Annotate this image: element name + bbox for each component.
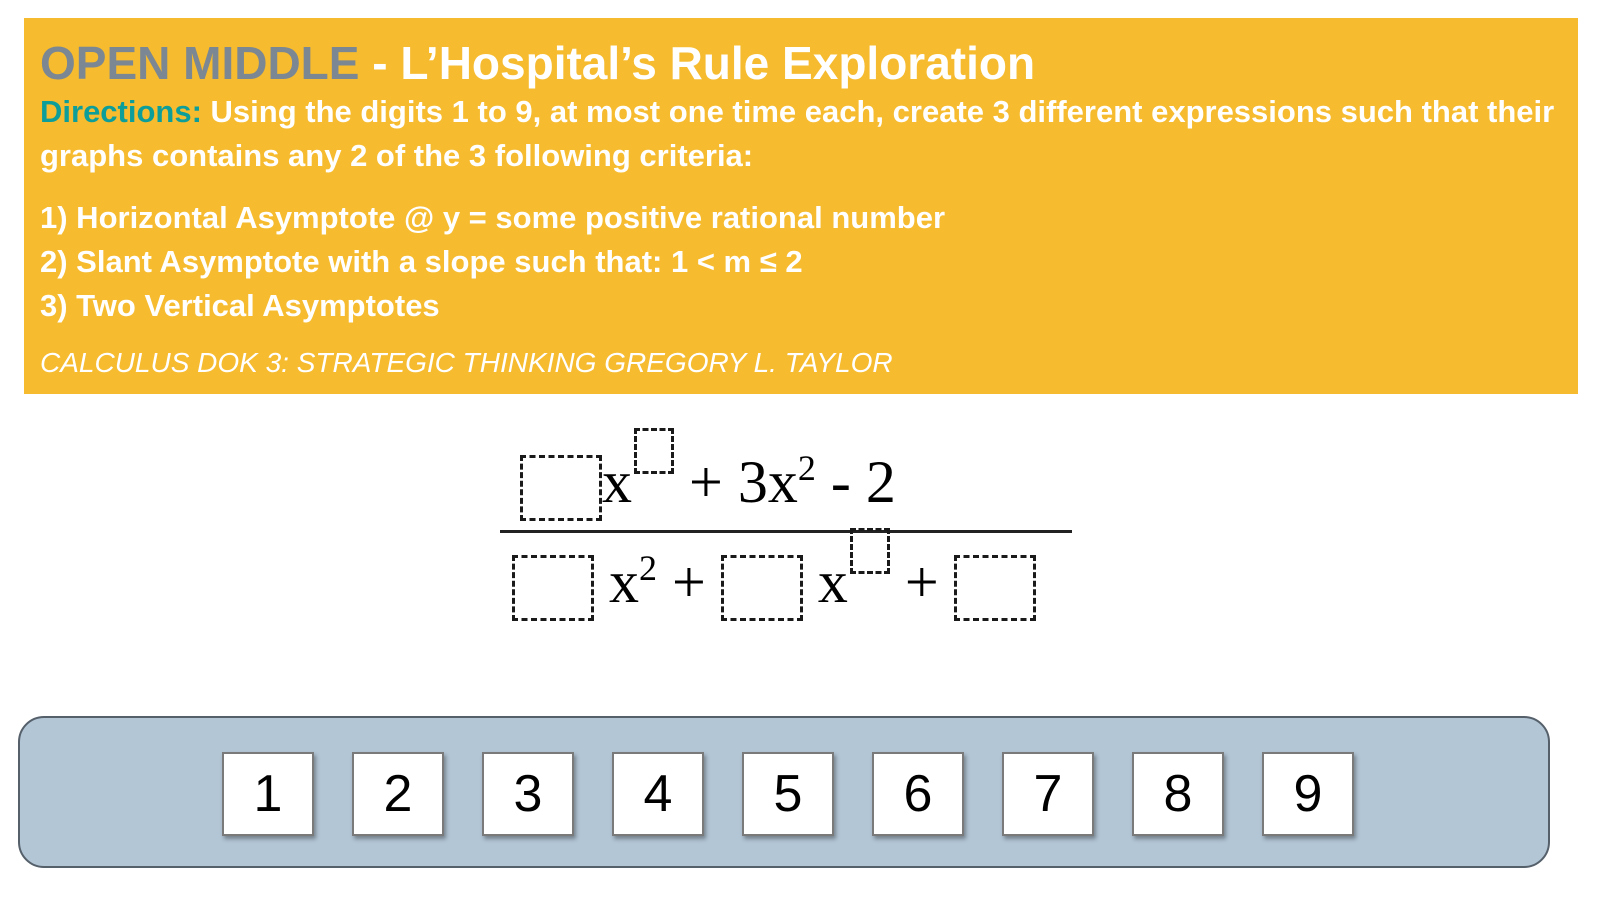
denominator-variable-1: x [609,549,639,615]
digit-tile-2[interactable]: 2 [352,752,444,836]
denominator-exponent-1: 2 [639,548,657,588]
digit-tile-9[interactable]: 9 [1262,752,1354,836]
denominator-constant-slot[interactable] [953,555,1036,622]
title-text: - L’Hospital’s Rule Exploration [359,37,1036,89]
criterion-item: 2) Slant Asymptote with a slope such tha… [40,244,803,279]
fraction-bar [500,530,1072,533]
digit-tile-6[interactable]: 6 [872,752,964,836]
denominator-variable-2: x [817,549,848,615]
numerator-term-2-exponent: 2 [797,448,816,488]
directions: Directions: Using the digits 1 to 9, at … [40,90,1562,178]
directions-label: Directions: [40,94,202,129]
title-open-middle: OPEN MIDDLE [40,37,360,89]
denominator-coefficient-1-slot[interactable] [512,555,594,622]
numerator: x + 3x2 - 2 [520,428,896,522]
digit-tile-5[interactable]: 5 [742,752,834,836]
numerator-coefficient-slot[interactable] [520,455,602,522]
denominator: x2 + x + [512,528,1036,622]
digit-tiles: 1 2 3 4 5 6 7 8 9 [222,752,1354,836]
criterion-item: 3) Two Vertical Asymptotes [40,288,440,323]
digit-tile-7[interactable]: 7 [1002,752,1094,836]
denominator-plus-1: + [657,549,721,615]
criterion-item: 1) Horizontal Asymptote @ y = some posit… [40,200,946,235]
numerator-term-3: - 2 [815,449,896,515]
digit-tile-1[interactable]: 1 [222,752,314,836]
denominator-coefficient-2-slot[interactable] [720,555,803,622]
numerator-exponent-slot[interactable] [634,428,674,474]
digit-tray: 1 2 3 4 5 6 7 8 9 [18,716,1550,868]
numerator-term-2: + 3x [674,449,798,515]
directions-text: Using the digits 1 to 9, at most one tim… [40,94,1555,173]
rational-expression: x + 3x2 - 2 x2 + x + [500,420,1100,640]
header-banner: OPEN MIDDLE - L’Hospital’s Rule Explorat… [24,18,1578,394]
numerator-variable: x [602,449,632,515]
digit-tile-3[interactable]: 3 [482,752,574,836]
criteria-list: 1) Horizontal Asymptote @ y = some posit… [40,196,1562,328]
digit-tile-8[interactable]: 8 [1132,752,1224,836]
credit-line: CALCULUS DOK 3: STRATEGIC THINKING GREGO… [40,347,893,378]
denominator-plus-2: + [889,549,954,615]
page-title: OPEN MIDDLE - L’Hospital’s Rule Explorat… [40,36,1562,90]
digit-tile-4[interactable]: 4 [612,752,704,836]
denominator-exponent-2-slot[interactable] [849,528,890,574]
